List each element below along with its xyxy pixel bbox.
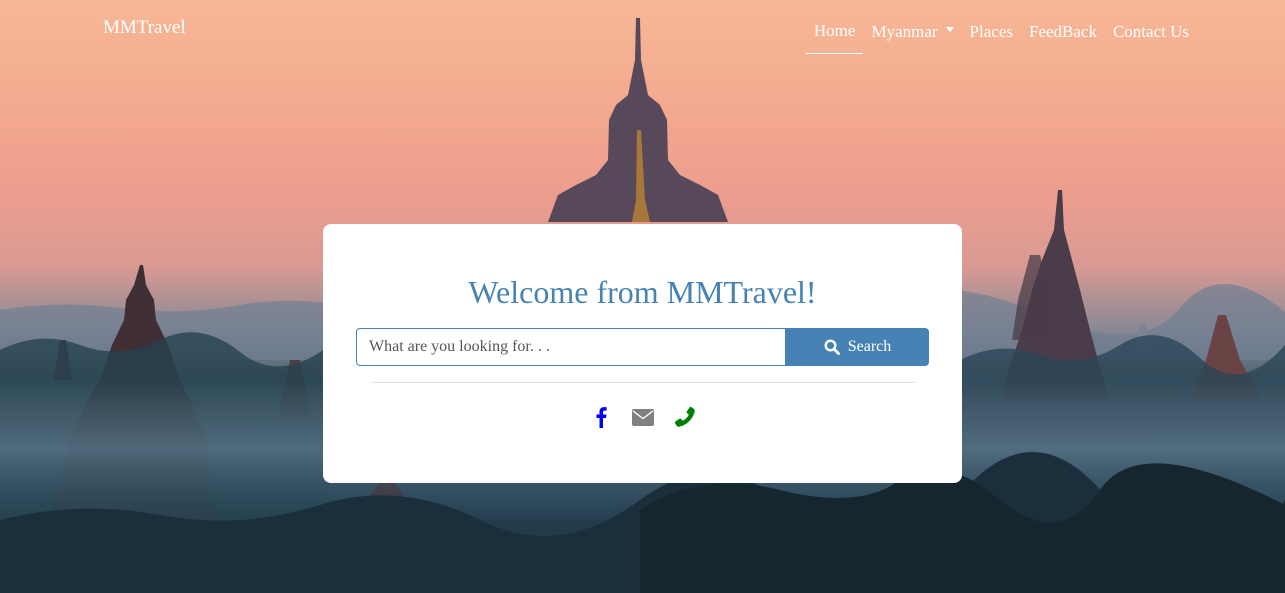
- nav-feedback-link[interactable]: FeedBack: [1021, 19, 1105, 54]
- brand-logo[interactable]: MMTravel: [103, 17, 186, 39]
- search-button-label: Search: [847, 338, 892, 355]
- nav-myanmar-label: Myanmar: [871, 21, 938, 41]
- envelope-icon[interactable]: [631, 404, 655, 430]
- navbar: MMTravel Home Myanmar Places FeedBack Co…: [0, 0, 1285, 60]
- nav-myanmar-dropdown[interactable]: Myanmar: [863, 19, 961, 54]
- nav-home-link[interactable]: Home: [805, 19, 864, 54]
- facebook-icon[interactable]: [589, 404, 613, 430]
- divider: [371, 382, 915, 383]
- phone-icon[interactable]: [673, 404, 697, 430]
- caret-down-icon: [945, 27, 954, 32]
- page-title: Welcome from MMTravel!: [468, 274, 817, 310]
- social-links: [323, 404, 962, 430]
- nav-places-link[interactable]: Places: [962, 19, 1021, 54]
- welcome-card: Welcome from MMTravel! Search: [323, 224, 962, 483]
- nav-contact-link[interactable]: Contact Us: [1105, 19, 1197, 54]
- nav-links: Home Myanmar Places FeedBack Contact Us: [805, 19, 1197, 54]
- search-input[interactable]: [356, 328, 786, 366]
- search-icon: [824, 339, 840, 355]
- search-button[interactable]: Search: [786, 328, 929, 366]
